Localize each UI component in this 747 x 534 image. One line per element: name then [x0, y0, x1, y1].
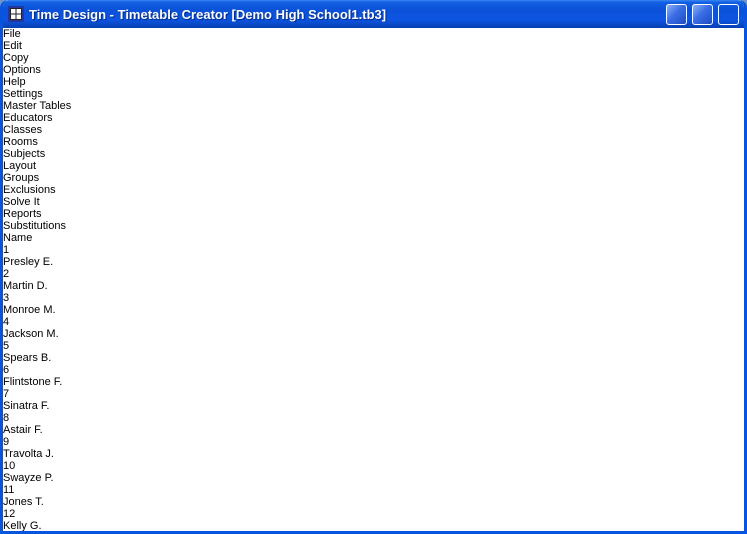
tab-master-tables[interactable]: Master Tables: [3, 100, 744, 112]
educator-name-cell[interactable]: Martin D.: [3, 280, 744, 292]
menu-edit[interactable]: Edit: [3, 40, 744, 52]
educator-name-cell[interactable]: Jones T.: [3, 496, 744, 508]
title-bar: Time Design - Timetable Creator [Demo Hi…: [3, 0, 744, 28]
educator-row[interactable]: 12Kelly G.: [3, 508, 744, 532]
educator-row[interactable]: 9Travolta J.: [3, 436, 744, 460]
menu-bar: FileEditCopyOptionsHelp: [3, 28, 744, 88]
tab-reports[interactable]: Reports: [3, 208, 744, 220]
educator-name-cell[interactable]: Sinatra F.: [3, 400, 744, 412]
menu-file[interactable]: File: [3, 28, 744, 40]
app-icon[interactable]: [8, 6, 24, 22]
menu-copy[interactable]: Copy: [3, 52, 744, 64]
educator-name-cell[interactable]: Jackson M.: [3, 328, 744, 340]
educator-row[interactable]: 7Sinatra F.: [3, 388, 744, 412]
name-column-header: Name: [3, 232, 744, 244]
educator-number-cell: 8: [3, 412, 744, 424]
educators-grid: Name 1Presley E.2Martin D.3Monroe M.4Jac…: [3, 232, 744, 534]
educator-number-cell: 12: [3, 508, 744, 520]
educators-header-row: Name: [3, 232, 744, 244]
menu-options[interactable]: Options: [3, 64, 744, 76]
tab-classes[interactable]: Classes: [3, 124, 744, 136]
tab-solve-it[interactable]: Solve It: [3, 196, 744, 208]
educator-name-cell[interactable]: Travolta J.: [3, 448, 744, 460]
maximize-button[interactable]: [692, 4, 713, 25]
educator-number-cell: 2: [3, 268, 744, 280]
educator-number-cell: 4: [3, 316, 744, 328]
educator-name-cell[interactable]: Flintstone F.: [3, 376, 744, 388]
tab-substitutions[interactable]: Substitutions: [3, 220, 744, 232]
tab-subjects[interactable]: Subjects: [3, 148, 744, 160]
educator-row[interactable]: 3Monroe M.: [3, 292, 744, 316]
window-title: Time Design - Timetable Creator [Demo Hi…: [29, 7, 661, 22]
educator-number-cell: 5: [3, 340, 744, 352]
educator-number-cell: 7: [3, 388, 744, 400]
educator-row[interactable]: 10Swayze P.: [3, 460, 744, 484]
educator-row[interactable]: 11Jones T.: [3, 484, 744, 508]
educator-number-cell: 9: [3, 436, 744, 448]
educator-name-cell[interactable]: Monroe M.: [3, 304, 744, 316]
tab-educators[interactable]: Educators: [3, 112, 744, 124]
app-window: Time Design - Timetable Creator [Demo Hi…: [0, 0, 747, 534]
tab-groups[interactable]: Groups: [3, 172, 744, 184]
educator-number-cell: 10: [3, 460, 744, 472]
educator-name-cell[interactable]: Swayze P.: [3, 472, 744, 484]
educator-name-cell[interactable]: Kelly G.: [3, 520, 744, 532]
educators-list: Name 1Presley E.2Martin D.3Monroe M.4Jac…: [3, 232, 744, 534]
educator-name-cell[interactable]: Astair F.: [3, 424, 744, 436]
tab-exclusions[interactable]: Exclusions: [3, 184, 744, 196]
menu-help[interactable]: Help: [3, 76, 744, 88]
educator-row[interactable]: 6Flintstone F.: [3, 364, 744, 388]
educator-number-cell: 1: [3, 244, 744, 256]
tab-strip: SettingsMaster TablesEducatorsClassesRoo…: [3, 88, 744, 232]
educator-number-cell: 11: [3, 484, 744, 496]
tab-layout[interactable]: Layout: [3, 160, 744, 172]
educator-row[interactable]: 2Martin D.: [3, 268, 744, 292]
tab-rooms[interactable]: Rooms: [3, 136, 744, 148]
educator-row[interactable]: 4Jackson M.: [3, 316, 744, 340]
educator-number-cell: 3: [3, 292, 744, 304]
educator-row[interactable]: 1Presley E.: [3, 244, 744, 268]
tab-settings[interactable]: Settings: [3, 88, 744, 100]
educator-name-cell[interactable]: Spears B.: [3, 352, 744, 364]
content-area: Name 1Presley E.2Martin D.3Monroe M.4Jac…: [3, 232, 744, 534]
educator-row[interactable]: 8Astair F.: [3, 412, 744, 436]
educator-name-cell[interactable]: Presley E.: [3, 256, 744, 268]
close-button[interactable]: [718, 4, 739, 25]
educators-panel: Name 1Presley E.2Martin D.3Monroe M.4Jac…: [3, 232, 744, 534]
educator-row[interactable]: 5Spears B.: [3, 340, 744, 364]
minimize-button[interactable]: [666, 4, 687, 25]
educator-number-cell: 6: [3, 364, 744, 376]
